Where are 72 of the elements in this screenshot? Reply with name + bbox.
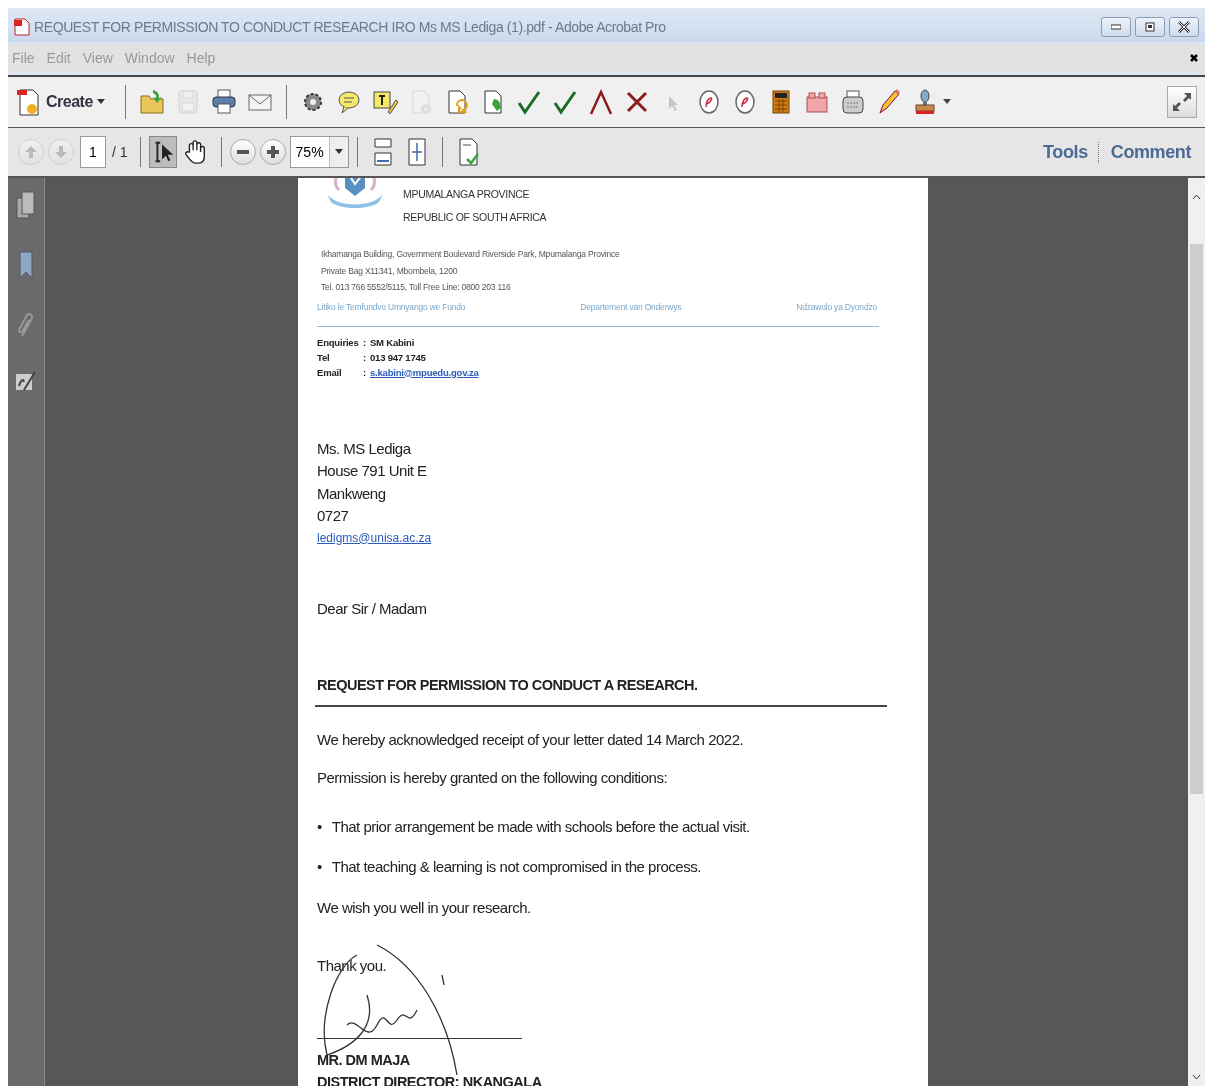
- pages-icon[interactable]: [16, 190, 36, 220]
- close-icon: [1178, 21, 1190, 33]
- caret-icon[interactable]: [942, 99, 951, 105]
- menu-item[interactable]: Window: [124, 50, 175, 66]
- paragraph: Permission is hereby granted on the following conditions:: [317, 768, 669, 788]
- colon: :: [363, 351, 366, 363]
- email-link[interactable]: s.kabini@mpuedu.gov.za: [369, 366, 479, 378]
- caret-icon: [334, 149, 343, 155]
- scrollbar-thumb[interactable]: [1190, 244, 1203, 794]
- colon: :: [363, 336, 366, 348]
- window-title: REQUEST FOR PERMISSION TO CONDUCT RESEARCH IRO Ms MS Lediga (1).pdf - Adobe Acrobat Pro: [34, 19, 667, 35]
- minimize-button[interactable]: [1101, 17, 1131, 37]
- recipient-line: Ms. MS Lediga: [317, 438, 412, 459]
- recipient-line: House 791 Unit E: [317, 461, 428, 481]
- department-name: Litiko le Temfundvo Umnyango we Fundo: [317, 301, 466, 312]
- expand-arrows-icon: [1171, 91, 1193, 113]
- colon: :: [363, 366, 366, 378]
- caret-icon: [96, 99, 105, 105]
- contact-label: Email: [317, 365, 343, 380]
- contact-value: SM Kabini: [369, 336, 415, 348]
- recipient-line: 0727: [317, 506, 350, 526]
- letter-subject: REQUEST FOR PERMISSION TO CONDUCT A RESEARCH.: [317, 676, 699, 695]
- page-number-field[interactable]: 1: [80, 136, 106, 168]
- address-line: Ikhamanga Building, Government Boulevard Riverside Park, Mpumalanga Province: [321, 248, 621, 261]
- address-line: Tel. 013 766 5552/5115, Toll Free Line: 0800 203 116: [321, 281, 512, 294]
- create-button[interactable]: Create: [16, 87, 105, 117]
- menu-item[interactable]: File: [12, 50, 35, 66]
- close-button[interactable]: [1169, 17, 1199, 37]
- bullet: •: [317, 817, 322, 835]
- plus-icon: [264, 144, 281, 160]
- department-name: Ndzawulo ya Dyondzo: [796, 301, 877, 312]
- zoom-dropdown[interactable]: 75%: [289, 136, 349, 168]
- contact-label: Enquiries: [317, 335, 360, 350]
- menu-item[interactable]: Edit: [46, 50, 71, 66]
- close-icon[interactable]: [1189, 53, 1199, 63]
- pane-tab[interactable]: Tools: [1037, 141, 1094, 163]
- recipient-line: Mankweng: [317, 483, 387, 504]
- arrow-down-icon: [54, 145, 68, 159]
- address-line: Private Bag X11341, Mbombela, 1200: [321, 264, 459, 278]
- menu-item[interactable]: View: [82, 50, 113, 66]
- bullet: •: [317, 858, 322, 875]
- paragraph: We wish you well in your research.: [317, 897, 532, 918]
- printer-icon[interactable]: [209, 88, 238, 116]
- country-name: REPUBLIC OF SOUTH AFRICA: [403, 211, 547, 224]
- contact-label: Tel: [317, 350, 331, 365]
- contact-value: 013 947 1745: [369, 351, 426, 363]
- select-tool-button[interactable]: [148, 136, 177, 168]
- paragraph: We hereby acknowledged receipt of your letter dated 14 March 2022.: [317, 729, 745, 750]
- restore-icon: [1145, 22, 1155, 32]
- pane-tab[interactable]: Comment: [1097, 141, 1197, 163]
- condition-item: That teaching & learning is not compromised in the process.: [331, 858, 701, 875]
- scroll-up-icon[interactable]: [1192, 194, 1201, 200]
- arrow-up-icon: [24, 145, 38, 159]
- pdf-file-icon: [14, 18, 30, 36]
- bookmark-icon[interactable]: [18, 250, 34, 280]
- salutation: Dear Sir / Madam: [317, 598, 428, 619]
- zoom-out-button[interactable]: [229, 139, 256, 165]
- email-link[interactable]: ledigms@unisa.ac.za: [317, 527, 928, 548]
- zoom-in-button[interactable]: [259, 139, 286, 165]
- new-document-icon: [16, 87, 42, 117]
- scroll-down-icon[interactable]: [1192, 1074, 1201, 1080]
- page-count: / 1: [112, 144, 128, 160]
- folder-icon[interactable]: [137, 88, 166, 116]
- province-name: MPUMALANGA PROVINCE: [403, 188, 531, 201]
- minimize-icon: [1111, 24, 1121, 30]
- full-screen-button[interactable]: [1167, 86, 1197, 118]
- menu-item[interactable]: Help: [186, 50, 216, 66]
- signatory-name: MR. DM MAJA: [317, 1051, 411, 1070]
- condition-item: That prior arrangement be made with schools before the actual visit.: [331, 817, 750, 835]
- department-name: Departement van Onderwys: [580, 301, 682, 312]
- restore-button[interactable]: [1135, 17, 1165, 37]
- text-highlight-icon[interactable]: [370, 88, 399, 116]
